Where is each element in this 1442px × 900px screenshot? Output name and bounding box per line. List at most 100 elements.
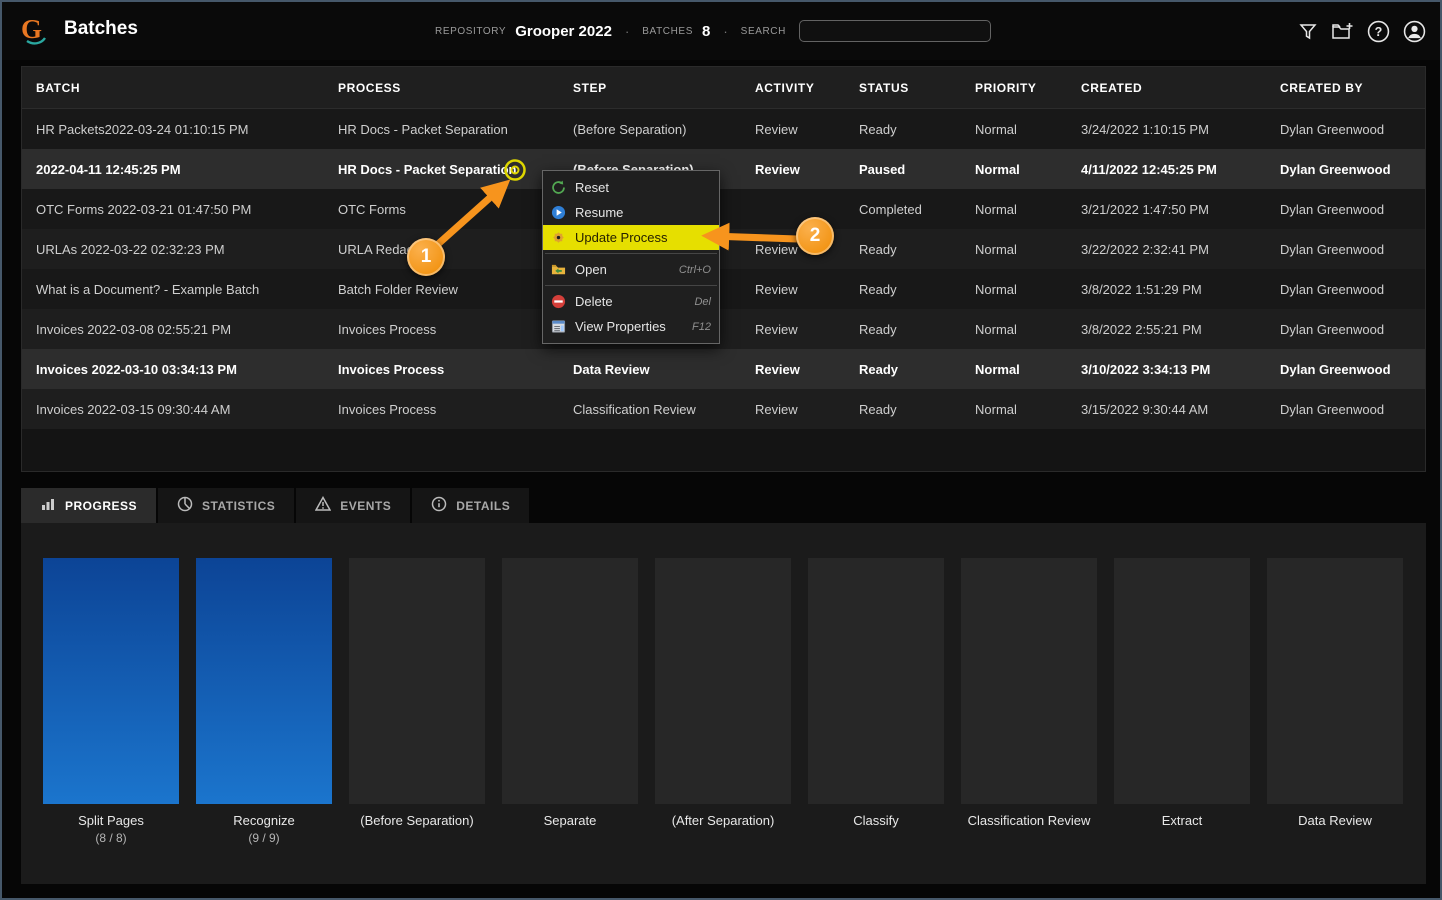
menu-item-delete[interactable]: Delete Del (543, 289, 719, 314)
progress-step: Split Pages (8 / 8) (43, 558, 179, 846)
annotation-step-1-badge: 1 (407, 238, 445, 276)
menu-item-resume[interactable]: Resume (543, 200, 719, 225)
progress-bar[interactable] (1267, 558, 1403, 804)
table-row[interactable]: Invoices 2022-03-08 02:55:21 PM Invoices… (22, 309, 1425, 349)
cell-created-by: Dylan Greenwood (1280, 241, 1385, 257)
warning-icon (314, 495, 332, 515)
progress-bar[interactable] (961, 558, 1097, 804)
column-header-created[interactable]: CREATED (1067, 81, 1266, 95)
table-row[interactable]: HR Packets2022-03-24 01:10:15 PM HR Docs… (22, 109, 1425, 149)
cell-created: 3/22/2022 2:32:41 PM (1081, 241, 1209, 257)
cell-status: Ready (859, 121, 897, 137)
context-menu: Reset Resume Update Process Open Ctrl+O … (542, 170, 720, 344)
table-body: HR Packets2022-03-24 01:10:15 PM HR Docs… (22, 109, 1425, 429)
user-icon[interactable] (1403, 20, 1426, 43)
repository-label: REPOSITORY (435, 25, 507, 37)
cell-created: 3/24/2022 1:10:15 PM (1081, 121, 1209, 137)
tab-details[interactable]: DETAILS (412, 488, 530, 523)
progress-bar[interactable] (655, 558, 791, 804)
progress-bar[interactable] (502, 558, 638, 804)
cell-created: 3/21/2022 1:47:50 PM (1081, 201, 1209, 217)
cell-status: Ready (859, 361, 899, 377)
reset-icon (550, 180, 567, 195)
column-header-priority[interactable]: PRIORITY (961, 81, 1067, 95)
cell-priority: Normal (975, 281, 1017, 297)
search-input[interactable] (798, 20, 991, 42)
column-header-status[interactable]: STATUS (845, 81, 961, 95)
bar-chart-icon (40, 496, 56, 515)
column-header-created-by[interactable]: CREATED BY (1266, 81, 1425, 95)
page-title: Batches (64, 18, 138, 39)
grooper-logo-icon: G (18, 11, 52, 54)
cell-created-by: Dylan Greenwood (1280, 321, 1385, 337)
pie-chart-icon (177, 496, 193, 515)
cell-step: Classification Review (573, 401, 696, 417)
cell-process: OTC Forms (338, 201, 406, 217)
progress-bar[interactable] (43, 558, 179, 804)
cell-process: HR Docs - Packet Separation (338, 161, 517, 177)
cell-status: Paused (859, 161, 906, 177)
cell-process: Invoices Process (338, 361, 445, 377)
table-row[interactable]: 2022-04-11 12:45:25 PM HR Docs - Packet … (22, 149, 1425, 189)
search-label: SEARCH (740, 25, 786, 37)
progress-bar[interactable] (1114, 558, 1250, 804)
menu-separator (545, 285, 717, 286)
progress-bar[interactable] (349, 558, 485, 804)
column-header-activity[interactable]: ACTIVITY (741, 81, 845, 95)
batches-table: BATCH PROCESS STEP ACTIVITY STATUS PRIORITY CR… (21, 66, 1426, 472)
progress-step: Separate (502, 558, 638, 846)
column-header-process[interactable]: PROCESS (324, 81, 559, 95)
cell-step: Data Review (573, 361, 650, 377)
progress-step: (Before Separation) (349, 558, 485, 846)
table-row[interactable]: What is a Document? - Example Batch Batc… (22, 269, 1425, 309)
table-row[interactable]: URLAs 2022-03-22 02:32:23 PM URLA Redact… (22, 229, 1425, 269)
folder-add-icon[interactable] (1331, 21, 1354, 41)
table-row[interactable]: Invoices 2022-03-15 09:30:44 AM Invoices… (22, 389, 1425, 429)
progress-bar[interactable] (808, 558, 944, 804)
annotation-step-2-badge: 2 (796, 217, 834, 255)
menu-item-view-properties[interactable]: View Properties F12 (543, 314, 719, 339)
app-header: G Batches REPOSITORY Grooper 2022 · BATC… (2, 2, 1440, 60)
column-header-step[interactable]: STEP (559, 81, 741, 95)
cell-activity: Review (755, 121, 798, 137)
cell-activity: Review (755, 281, 798, 297)
filter-icon[interactable] (1298, 21, 1318, 41)
help-icon[interactable]: ? (1367, 20, 1390, 43)
cell-created: 3/15/2022 9:30:44 AM (1081, 401, 1209, 417)
menu-item-reset[interactable]: Reset (543, 175, 719, 200)
cell-created: 3/10/2022 3:34:13 PM (1081, 361, 1211, 377)
menu-item-open[interactable]: Open Ctrl+O (543, 257, 719, 282)
cell-activity: Review (755, 361, 800, 377)
table-row[interactable]: OTC Forms 2022-03-21 01:47:50 PM OTC For… (22, 189, 1425, 229)
tab-events[interactable]: EVENTS (296, 488, 411, 523)
info-icon (431, 496, 447, 515)
batches-count: 8 (701, 22, 711, 40)
tab-statistics[interactable]: STATISTICS (158, 488, 295, 523)
progress-bar[interactable] (196, 558, 332, 804)
progress-step: Recognize (9 / 9) (196, 558, 332, 846)
svg-text:?: ? (1375, 25, 1383, 39)
delete-icon (550, 294, 567, 309)
cell-status: Ready (859, 401, 897, 417)
cell-status: Ready (859, 321, 897, 337)
tab-progress[interactable]: PROGRESS (21, 488, 157, 523)
batches-label: BATCHES (642, 25, 693, 37)
cell-activity: Review (755, 161, 800, 177)
separator-dot: · (624, 23, 630, 39)
cell-process: HR Docs - Packet Separation (338, 121, 508, 137)
progress-step: Classification Review (961, 558, 1097, 846)
table-row[interactable]: Invoices 2022-03-10 03:34:13 PM Invoices… (22, 349, 1425, 389)
properties-icon (550, 319, 567, 334)
menu-item-update-process[interactable]: Update Process (543, 225, 719, 250)
cell-priority: Normal (975, 161, 1020, 177)
column-header-batch[interactable]: BATCH (22, 81, 324, 95)
progress-steps: Split Pages (8 / 8) Recognize (9 / 9) (B… (43, 558, 1403, 846)
cell-status: Ready (859, 241, 897, 257)
app-window: G Batches REPOSITORY Grooper 2022 · BATC… (0, 0, 1442, 900)
header-actions: ? (1298, 2, 1426, 60)
cell-created-by: Dylan Greenwood (1280, 401, 1385, 417)
cell-batch: HR Packets2022-03-24 01:10:15 PM (36, 121, 249, 137)
repository-value[interactable]: Grooper 2022 (515, 23, 612, 40)
cell-created-by: Dylan Greenwood (1280, 201, 1385, 217)
cell-batch: Invoices 2022-03-10 03:34:13 PM (36, 361, 237, 377)
